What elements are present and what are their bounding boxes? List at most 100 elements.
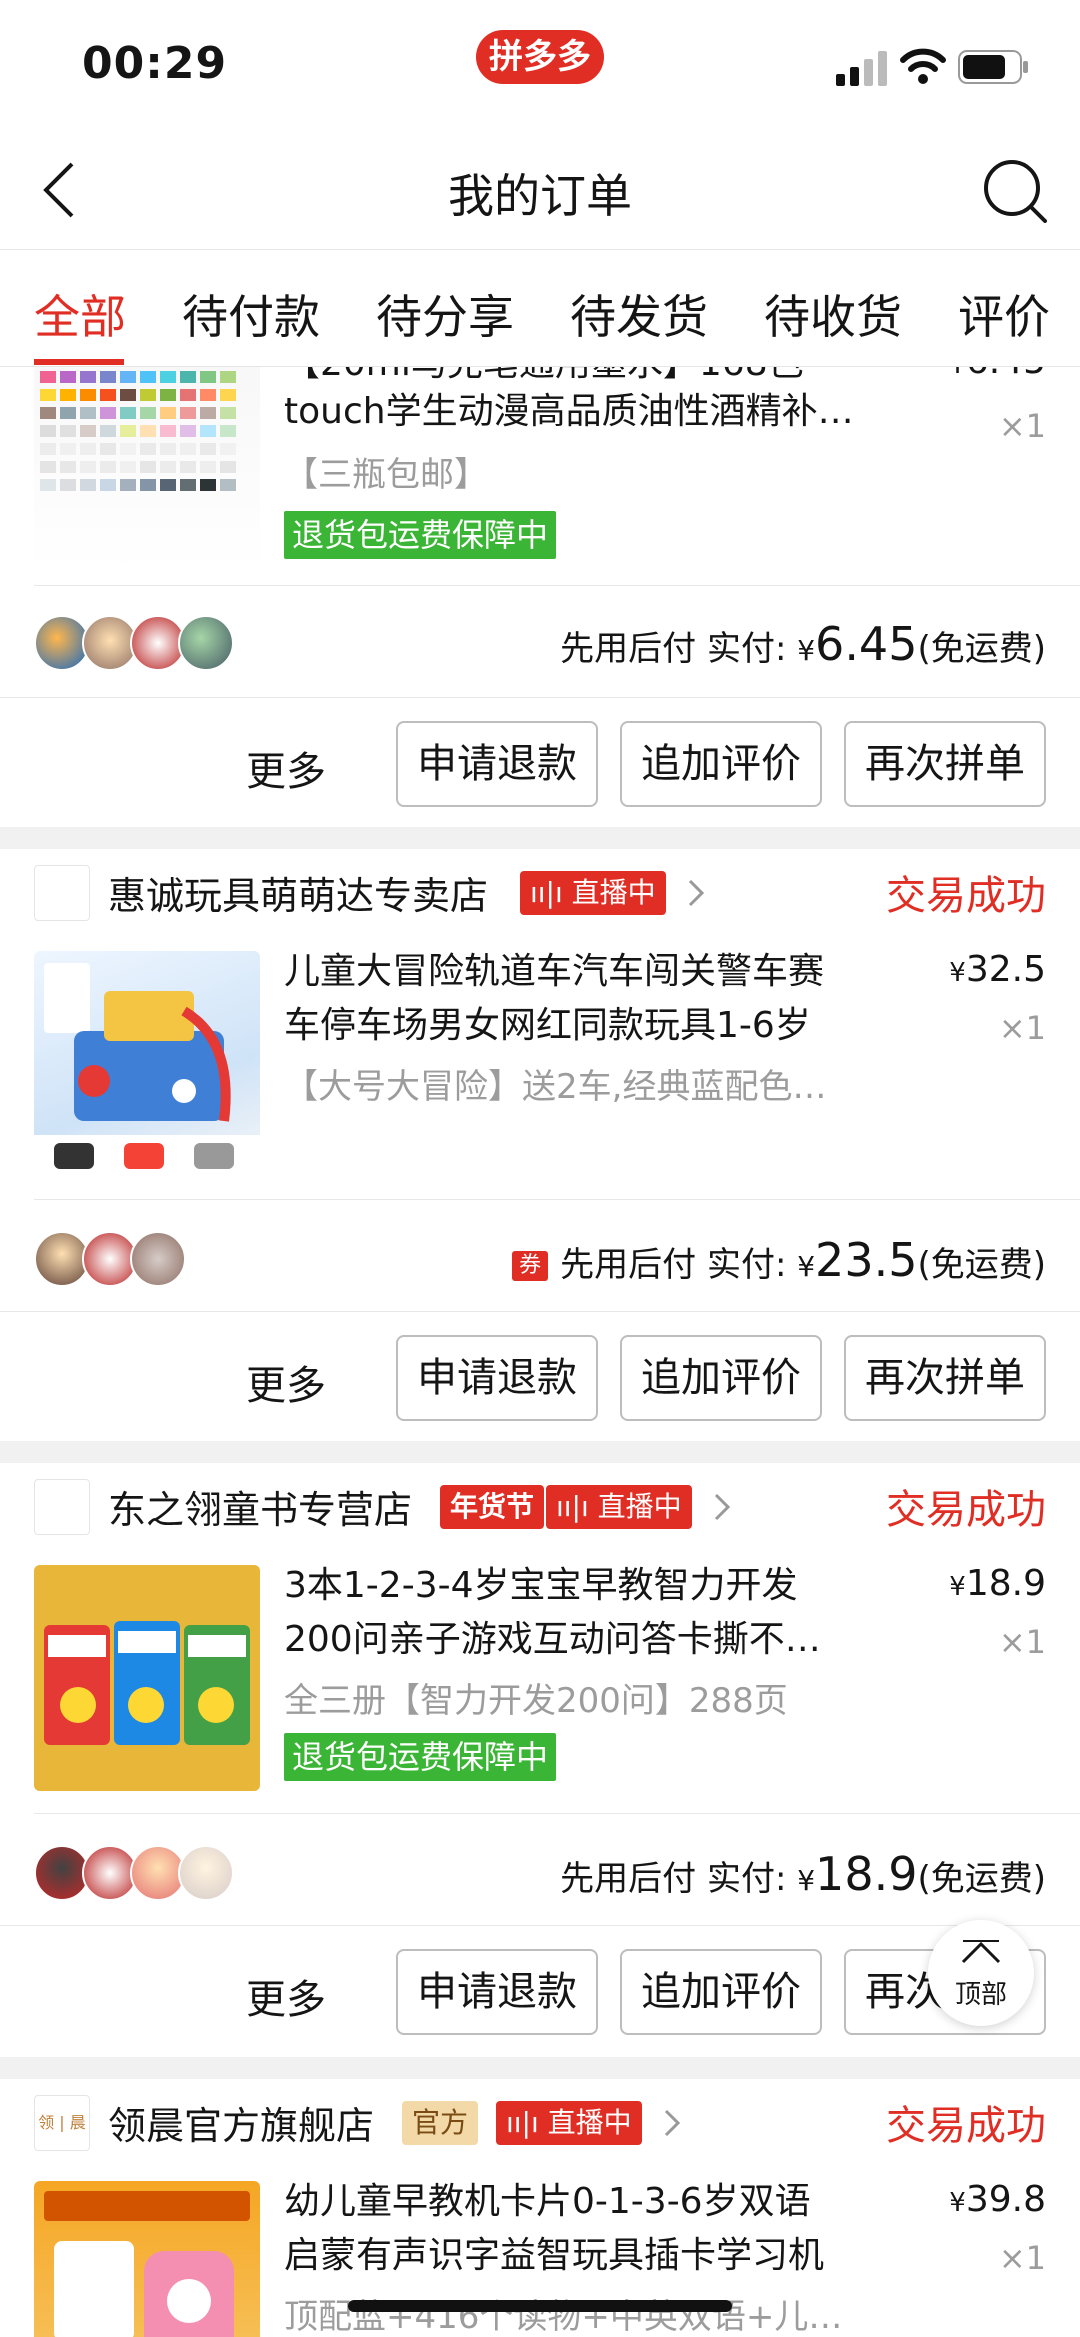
divider (0, 1311, 1080, 1312)
live-bars-icon: ıı|ı (506, 2106, 548, 2139)
order-card: 东之翎童书专营店 年货节 ıı|ı 直播中 交易成功 3本1-2-3-4岁宝宝早… (0, 1463, 1080, 2079)
shop-header[interactable]: 惠诚玩具萌萌达专卖店 ıı|ı 直播中 交易成功 (0, 849, 1080, 929)
product-title-line[interactable]: 车停车场男女网红同款玩具1-6岁 (284, 999, 904, 1053)
product-image[interactable] (34, 367, 260, 573)
product-title-line[interactable]: 3本1-2-3-4岁宝宝早教智力开发 (284, 1559, 904, 1613)
chevron-right-icon (714, 1493, 731, 1521)
order-status: 交易成功 (886, 1487, 1046, 1533)
clock: 00:29 (82, 38, 228, 89)
order-separator (0, 1441, 1080, 1463)
product-price: ¥39.8 (949, 2179, 1046, 2220)
tab-all[interactable]: 全部 (34, 281, 126, 347)
live-badge[interactable]: ıı|ı 直播中 (520, 871, 666, 915)
paid-amount: 23.5 (815, 1233, 918, 1287)
product-title-line[interactable]: 儿童大冒险轨道车汽车闯关警车赛 (284, 945, 904, 999)
shop-name[interactable]: 东之翎童书专营店 (108, 1479, 412, 1534)
order-separator (0, 2057, 1080, 2079)
more-actions-link[interactable]: 更多 (246, 1967, 326, 2025)
avatar (178, 1845, 234, 1901)
add-review-button[interactable]: 追加评价 (620, 721, 822, 807)
battery-icon (958, 50, 1028, 84)
shop-header[interactable]: 领 | 晨 领晨官方旗舰店 官方 ıı|ı 直播中 交易成功 (0, 2079, 1080, 2159)
search-icon[interactable] (982, 158, 1048, 224)
shop-name[interactable]: 惠诚玩具萌萌达专卖店 (108, 865, 488, 920)
divider (34, 585, 1080, 586)
divider (34, 1199, 1080, 1200)
product-quantity: ×1 (998, 2239, 1046, 2277)
shop-logo (34, 865, 90, 921)
shop-logo (34, 1479, 90, 1535)
product-spec: 全三册【智力开发200问】288页 (284, 1681, 788, 1721)
order-actions: 更多 申请退款 追加评价 再次拼单 (0, 1949, 1080, 2039)
cellular-signal-icon (836, 51, 887, 86)
reorder-button[interactable]: 再次拼单 (844, 721, 1046, 807)
divider (34, 1813, 1080, 1814)
divider (0, 697, 1080, 698)
order-tabs: 全部 待付款 待分享 待发货 待收货 评价 (0, 251, 1080, 367)
apply-refund-button[interactable]: 申请退款 (396, 721, 598, 807)
product-price: ¥6.45 (949, 367, 1046, 382)
order-card: 【20ml马克笔通用墨水】168色 touch学生动漫高品质油性酒精补… ¥6.… (0, 367, 1080, 827)
order-list: 【20ml马克笔通用墨水】168色 touch学生动漫高品质油性酒精补… ¥6.… (0, 367, 1080, 2337)
apply-refund-button[interactable]: 申请退款 (396, 1949, 598, 2035)
payment-summary: 券先用后付 实付: ¥23.5(免运费) (512, 1233, 1046, 1287)
product-image[interactable] (34, 2181, 260, 2337)
tab-pending-receipt[interactable]: 待收货 (764, 281, 902, 347)
product-title-line[interactable]: 启蒙有声识字益智玩具插卡学习机 (284, 2229, 904, 2283)
order-card: 惠诚玩具萌萌达专卖店 ıı|ı 直播中 交易成功 儿童大冒险轨道车汽车闯关警车赛… (0, 849, 1080, 1441)
official-badge: 官方 (402, 2101, 479, 2145)
add-review-button[interactable]: 追加评价 (620, 1949, 822, 2035)
product-price: ¥32.5 (949, 949, 1046, 990)
apply-refund-button[interactable]: 申请退款 (396, 1335, 598, 1421)
nav-bar: 我的订单 (0, 130, 1080, 250)
product-spec: 【三瓶包邮】 (284, 455, 488, 495)
order-status: 交易成功 (886, 2103, 1046, 2149)
new-year-festival-badge: 年货节 (440, 1485, 545, 1529)
payment-summary: 先用后付 实付: ¥6.45(免运费) (560, 617, 1046, 671)
tab-review[interactable]: 评价 (958, 281, 1050, 347)
product-price: ¥18.9 (949, 1563, 1046, 1604)
chevron-right-icon (688, 879, 705, 907)
live-bars-icon: ıı|ı (530, 876, 572, 909)
shop-name[interactable]: 领晨官方旗舰店 (108, 2095, 374, 2150)
live-badge[interactable]: ıı|ı 直播中 (496, 2101, 642, 2145)
reorder-button[interactable]: 再次拼单 (844, 1335, 1046, 1421)
tab-pending-share[interactable]: 待分享 (376, 281, 514, 347)
active-tab-indicator (34, 359, 124, 365)
payment-summary: 先用后付 实付: ¥18.9(免运费) (560, 1847, 1046, 1901)
tab-pending-payment[interactable]: 待付款 (182, 281, 320, 347)
back-to-top-button[interactable]: 顶部 (928, 1920, 1034, 2026)
order-card: 领 | 晨 领晨官方旗舰店 官方 ıı|ı 直播中 交易成功 幼儿童早教机卡片0… (0, 2079, 1080, 2337)
return-shipping-guarantee-badge: 退货包运费保障中 (284, 1733, 557, 1781)
product-title-line[interactable]: 200问亲子游戏互动问答卡撕不… (284, 1613, 904, 1667)
app-badge: 拼多多 (476, 30, 604, 84)
more-actions-link[interactable]: 更多 (246, 1353, 326, 1411)
live-badge[interactable]: ıı|ı 直播中 (546, 1485, 692, 1529)
avatar (130, 1231, 186, 1287)
shop-header[interactable]: 东之翎童书专营店 年货节 ıı|ı 直播中 交易成功 (0, 1463, 1080, 1543)
paid-amount: 18.9 (815, 1847, 918, 1901)
wifi-icon (900, 48, 946, 84)
product-image[interactable] (34, 951, 260, 1177)
more-actions-link[interactable]: 更多 (246, 739, 326, 797)
product-spec: 【大号大冒险】送2车,经典蓝配色… (284, 1067, 827, 1107)
chevron-right-icon (664, 2109, 681, 2137)
product-quantity: ×1 (998, 1009, 1046, 1047)
home-indicator[interactable] (348, 2300, 732, 2312)
divider (0, 1925, 1080, 1926)
product-spec: 顶配蓝+416个读物+中英双语+儿… (284, 2297, 843, 2337)
product-image[interactable] (34, 1565, 260, 1791)
status-bar: 00:29 拼多多 (0, 0, 1080, 130)
product-title-line[interactable]: touch学生动漫高品质油性酒精补… (284, 385, 904, 439)
order-separator (0, 827, 1080, 849)
return-shipping-guarantee-badge: 退货包运费保障中 (284, 511, 557, 559)
tab-pending-shipment[interactable]: 待发货 (570, 281, 708, 347)
avatar (178, 615, 234, 671)
order-actions: 更多 申请退款 追加评价 再次拼单 (0, 1335, 1080, 1425)
order-actions: 更多 申请退款 追加评价 再次拼单 (0, 721, 1080, 811)
page-title: 我的订单 (448, 169, 632, 223)
shop-logo: 领 | 晨 (34, 2095, 90, 2151)
product-title-line[interactable]: 幼儿童早教机卡片0-1-3-6岁双语 (284, 2175, 904, 2229)
add-review-button[interactable]: 追加评价 (620, 1335, 822, 1421)
coupon-icon: 券 (512, 1251, 549, 1281)
